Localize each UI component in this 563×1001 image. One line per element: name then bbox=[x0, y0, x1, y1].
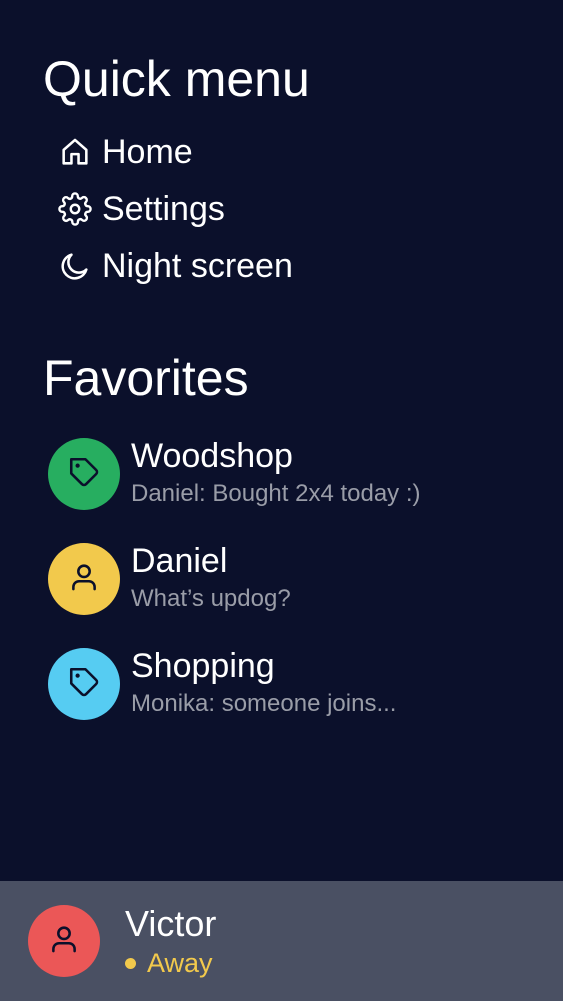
home-icon bbox=[58, 135, 92, 169]
favorites-title: Favorites bbox=[43, 350, 249, 406]
gear-icon bbox=[58, 192, 92, 226]
favorite-avatar bbox=[48, 438, 120, 510]
menu-item-home-label: Home bbox=[102, 132, 193, 171]
user-status-label: Away bbox=[147, 948, 213, 978]
moon-icon bbox=[58, 249, 92, 283]
drawer-panel: Quick menu Home Settings Night screen Fa… bbox=[0, 0, 563, 1001]
user-status[interactable]: Away bbox=[125, 949, 213, 977]
favorite-avatar bbox=[48, 543, 120, 615]
menu-item-night-screen-label: Night screen bbox=[102, 246, 293, 285]
menu-item-settings-label: Settings bbox=[102, 189, 225, 228]
quick-menu-title: Quick menu bbox=[43, 51, 310, 107]
favorite-item-woodshop[interactable]: Woodshop Daniel: Bought 2x4 today :) bbox=[48, 438, 528, 510]
user-name: Victor bbox=[125, 903, 217, 944]
user-icon bbox=[47, 922, 81, 961]
user-avatar[interactable] bbox=[28, 905, 100, 977]
menu-item-night-screen[interactable]: Night screen bbox=[58, 246, 293, 286]
favorite-name: Shopping bbox=[131, 647, 275, 685]
tag-icon bbox=[67, 455, 101, 494]
menu-item-home[interactable]: Home bbox=[58, 132, 193, 172]
favorite-name: Daniel bbox=[131, 542, 228, 580]
menu-item-settings[interactable]: Settings bbox=[58, 189, 225, 229]
status-dot bbox=[125, 957, 136, 969]
favorite-preview: Monika: someone joins... bbox=[131, 690, 397, 717]
current-user-bar[interactable]: Victor Away bbox=[0, 881, 563, 1001]
favorite-item-shopping[interactable]: Shopping Monika: someone joins... bbox=[48, 648, 528, 720]
favorite-preview: What’s updog? bbox=[131, 585, 291, 612]
favorite-name: Woodshop bbox=[131, 437, 293, 475]
user-icon bbox=[67, 560, 101, 599]
favorite-preview: Daniel: Bought 2x4 today :) bbox=[131, 480, 421, 507]
favorite-item-daniel[interactable]: Daniel What’s updog? bbox=[48, 543, 528, 615]
tag-icon bbox=[67, 665, 101, 704]
favorite-avatar bbox=[48, 648, 120, 720]
